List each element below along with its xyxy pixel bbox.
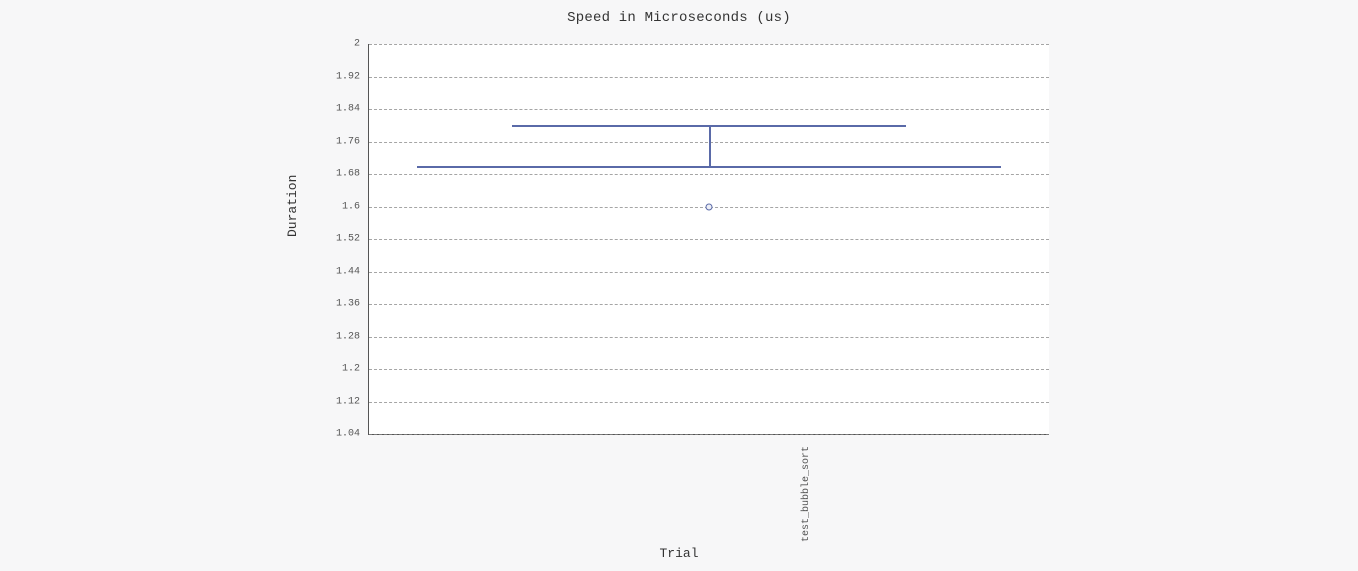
y-tick-label: 1.44 — [320, 266, 360, 277]
y-tick-label: 1.28 — [320, 331, 360, 342]
whisker-stem — [709, 125, 711, 166]
y-tick-label: 1.04 — [320, 429, 360, 440]
gridline — [369, 239, 1049, 240]
gridline — [369, 434, 1049, 435]
y-tick-label: 1.76 — [320, 136, 360, 147]
y-tick-label: 1.68 — [320, 169, 360, 180]
x-axis-label: Trial — [0, 546, 1358, 561]
y-tick-label: 1.36 — [320, 299, 360, 310]
y-tick-label: 1.2 — [320, 364, 360, 375]
y-axis-label: Duration — [285, 175, 300, 237]
outlier-point — [706, 203, 713, 210]
x-tick-label: test_bubble_sort — [801, 446, 812, 542]
y-tick-label: 2 — [320, 39, 360, 50]
whisker-cap-lower — [417, 166, 1002, 168]
gridline — [369, 174, 1049, 175]
plot-area — [368, 44, 1049, 435]
gridline — [369, 109, 1049, 110]
y-tick-label: 1.6 — [320, 201, 360, 212]
gridline — [369, 44, 1049, 45]
gridline — [369, 337, 1049, 338]
gridline — [369, 304, 1049, 305]
chart-title: Speed in Microseconds (us) — [0, 10, 1358, 26]
chart-stage: Speed in Microseconds (us) Duration Tria… — [0, 0, 1358, 571]
gridline — [369, 369, 1049, 370]
gridline — [369, 77, 1049, 78]
y-tick-label: 1.52 — [320, 234, 360, 245]
y-tick-label: 1.12 — [320, 396, 360, 407]
gridline — [369, 402, 1049, 403]
gridline — [369, 272, 1049, 273]
y-tick-label: 1.84 — [320, 104, 360, 115]
y-tick-label: 1.92 — [320, 71, 360, 82]
